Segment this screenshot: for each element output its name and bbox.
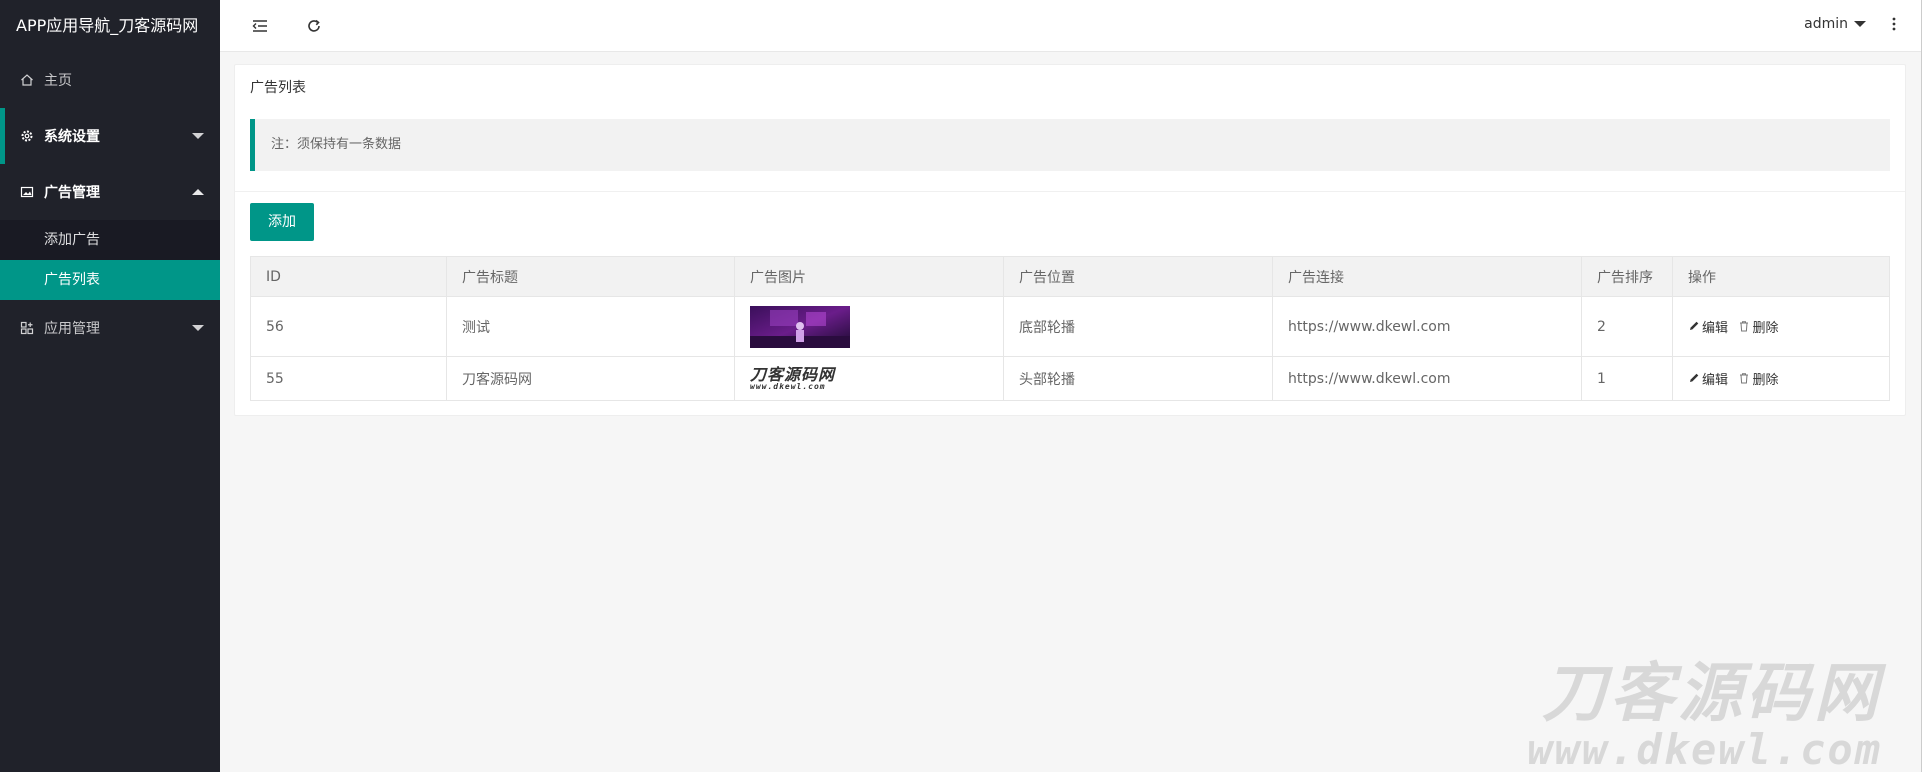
- sidebar-item-label: 应用管理: [44, 321, 100, 337]
- cell-title: 刀客源码网: [446, 356, 735, 401]
- watermark: 刀客源码网 www.dkewl.com: [1527, 656, 1882, 772]
- caret-down-icon: [1854, 21, 1866, 27]
- logo-text: 刀客源码网: [750, 364, 836, 384]
- chevron-up-icon: [192, 189, 204, 195]
- user-menu[interactable]: admin: [1804, 16, 1866, 32]
- sidebar: APP应用导航_刀客源码网 主页 系统设置 广告管理 添加广告 广告列表 应用管…: [0, 0, 220, 772]
- table-row: 56 测试 底部轮播 https://www.dkewl.com 2 编辑 删除: [250, 296, 1890, 357]
- cell-id: 56: [250, 296, 447, 357]
- edit-button[interactable]: 编辑: [1688, 317, 1728, 336]
- watermark-url: www.dkewl.com: [1527, 724, 1882, 772]
- ad-submenu: 添加广告 广告列表: [0, 220, 220, 300]
- submenu-ad-list[interactable]: 广告列表: [0, 260, 220, 300]
- apps-icon: [20, 321, 34, 335]
- col-id: ID: [250, 256, 447, 297]
- col-image: 广告图片: [734, 256, 1004, 297]
- col-title: 广告标题: [446, 256, 735, 297]
- pencil-icon: [1690, 321, 1699, 331]
- add-button[interactable]: 添加: [250, 203, 314, 241]
- card-title: 广告列表: [250, 80, 306, 96]
- sidebar-item-label: 系统设置: [44, 129, 100, 145]
- sidebar-item-app-management[interactable]: 应用管理: [0, 300, 220, 356]
- logo-url: www.dkewl.com: [750, 381, 826, 391]
- ad-thumbnail: [750, 305, 850, 348]
- delete-label: 删除: [1752, 320, 1779, 336]
- cell-image: 刀客源码网 www.dkewl.com: [734, 356, 1004, 401]
- trash-icon: [1740, 321, 1749, 332]
- cell-position: 头部轮播: [1003, 356, 1273, 401]
- col-link: 广告连接: [1272, 256, 1582, 297]
- top-header: admin: [220, 0, 1922, 52]
- delete-button[interactable]: 删除: [1738, 317, 1778, 336]
- delete-label: 删除: [1752, 372, 1779, 388]
- gear-icon: [20, 129, 34, 143]
- user-name: admin: [1804, 16, 1848, 32]
- ad-logo-thumbnail: 刀客源码网 www.dkewl.com: [750, 364, 850, 391]
- ad-table: ID 广告标题 广告图片 广告位置 广告连接 广告排序 操作 56 测试 底部轮…: [250, 256, 1890, 401]
- divider: [235, 191, 1905, 192]
- edit-label: 编辑: [1702, 372, 1729, 388]
- more-vertical-icon[interactable]: [1892, 16, 1896, 36]
- cell-position: 底部轮播: [1003, 296, 1273, 357]
- sidebar-item-label: 广告管理: [44, 185, 100, 201]
- pencil-icon: [1690, 373, 1699, 383]
- watermark-text: 刀客源码网: [1542, 656, 1882, 731]
- cell-image: [734, 296, 1004, 357]
- menu-collapse-icon[interactable]: [250, 16, 270, 36]
- cell-actions: 编辑 删除: [1672, 296, 1890, 357]
- cell-actions: 编辑 删除: [1672, 356, 1890, 401]
- image-icon: [20, 185, 34, 199]
- note-box: 注：须保持有一条数据: [250, 119, 1890, 171]
- chevron-down-icon: [192, 325, 204, 331]
- cell-title: 测试: [446, 296, 735, 357]
- cell-sort: 2: [1581, 296, 1673, 357]
- trash-icon: [1740, 373, 1749, 384]
- submenu-add-ad[interactable]: 添加广告: [0, 220, 220, 260]
- refresh-icon[interactable]: [304, 16, 324, 36]
- col-sort: 广告排序: [1581, 256, 1673, 297]
- cell-id: 55: [250, 356, 447, 401]
- ad-list-card: 广告列表 注：须保持有一条数据 添加 ID 广告标题 广告图片 广告位置 广告连…: [234, 64, 1906, 416]
- sidebar-item-ad-management[interactable]: 广告管理: [0, 164, 220, 220]
- sidebar-item-label: 主页: [44, 73, 72, 89]
- sidebar-item-home[interactable]: 主页: [0, 52, 220, 108]
- chevron-down-icon: [192, 133, 204, 139]
- table-row: 55 刀客源码网 刀客源码网 www.dkewl.com 头部轮播 https:…: [250, 356, 1890, 401]
- app-title: APP应用导航_刀客源码网: [16, 16, 199, 35]
- cell-sort: 1: [1581, 356, 1673, 401]
- note-text: 注：须保持有一条数据: [271, 137, 402, 152]
- edit-button[interactable]: 编辑: [1688, 369, 1728, 388]
- home-icon: [20, 73, 34, 87]
- cell-link: https://www.dkewl.com: [1272, 356, 1582, 401]
- delete-button[interactable]: 删除: [1738, 369, 1778, 388]
- table-header-row: ID 广告标题 广告图片 广告位置 广告连接 广告排序 操作: [250, 256, 1890, 297]
- cell-link: https://www.dkewl.com: [1272, 296, 1582, 357]
- col-position: 广告位置: [1003, 256, 1273, 297]
- edit-label: 编辑: [1702, 320, 1729, 336]
- col-actions: 操作: [1672, 256, 1890, 297]
- sidebar-item-system-settings[interactable]: 系统设置: [0, 108, 220, 164]
